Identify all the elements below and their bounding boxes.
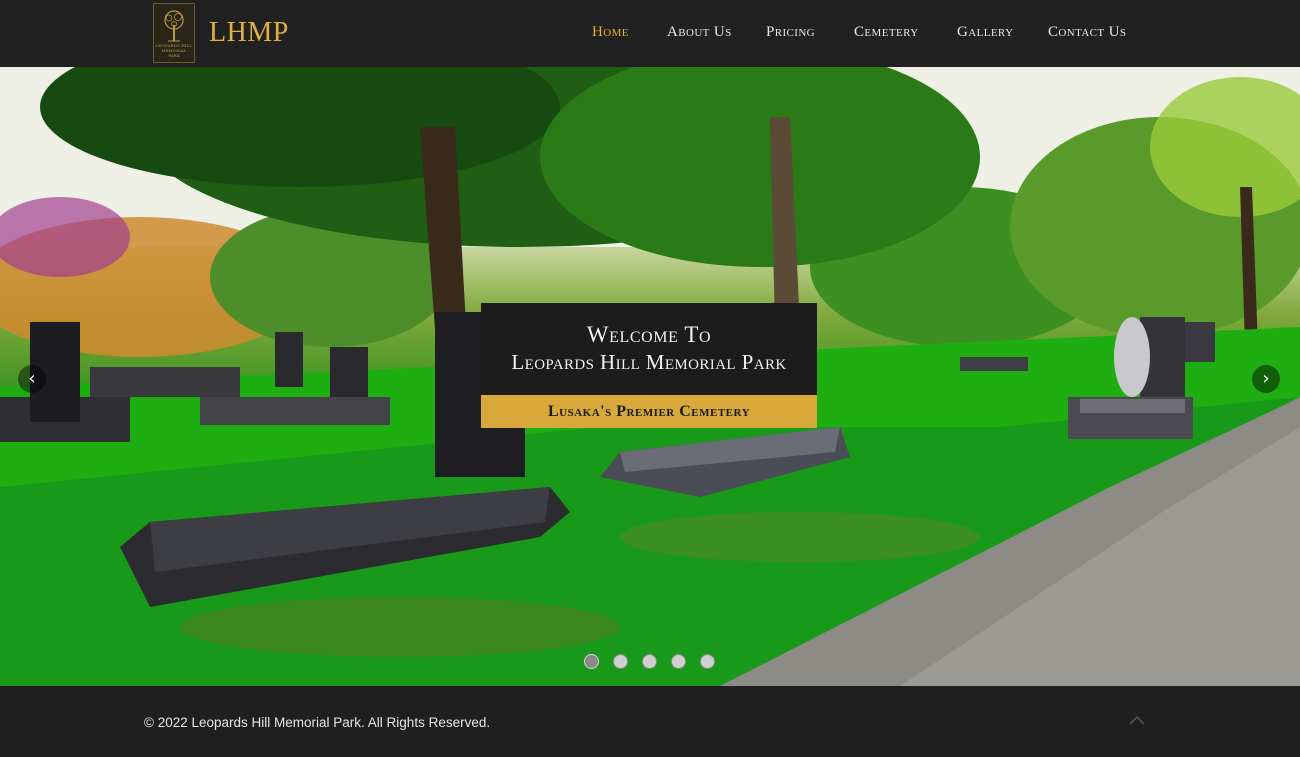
site-header: LEOPARDS HILL MEMORIAL PARK LHMP Home Ab… [0, 0, 1300, 67]
slide-indicator[interactable] [584, 654, 599, 669]
slide-indicator[interactable] [642, 654, 657, 669]
slide-indicator[interactable] [613, 654, 628, 669]
hero-caption: Welcome To Leopards Hill Memorial Park L… [481, 303, 817, 428]
chevron-up-icon[interactable] [1127, 712, 1147, 728]
hero-subtitle: Leopards Hill Memorial Park [511, 350, 787, 374]
nav-item-about-us[interactable]: About Us [667, 24, 732, 41]
copyright-text: © 2022 Leopards Hill Memorial Park. All … [144, 715, 491, 730]
main-nav: Home About Us Pricing Cemetery Gallery C… [0, 24, 1300, 46]
slide-indicator[interactable] [700, 654, 715, 669]
site-footer: © 2022 Leopards Hill Memorial Park. All … [0, 686, 1300, 757]
chevron-right-icon[interactable]: › [1252, 365, 1280, 393]
nav-item-pricing[interactable]: Pricing [766, 24, 815, 41]
chevron-left-icon[interactable]: ‹ [18, 365, 46, 393]
nav-item-home[interactable]: Home [592, 24, 629, 41]
hero-slider: ‹ › Welcome To Leopards Hill Memorial Pa… [0, 67, 1300, 686]
nav-item-contact-us[interactable]: Contact Us [1048, 24, 1126, 41]
caption-heading-box: Welcome To Leopards Hill Memorial Park [481, 303, 817, 395]
hero-tagline: Lusaka's Premier Cemetery [481, 395, 817, 428]
slide-indicator[interactable] [671, 654, 686, 669]
hero-title: Welcome To [586, 322, 712, 347]
nav-item-gallery[interactable]: Gallery [957, 24, 1013, 41]
nav-item-cemetery[interactable]: Cemetery [854, 24, 919, 41]
